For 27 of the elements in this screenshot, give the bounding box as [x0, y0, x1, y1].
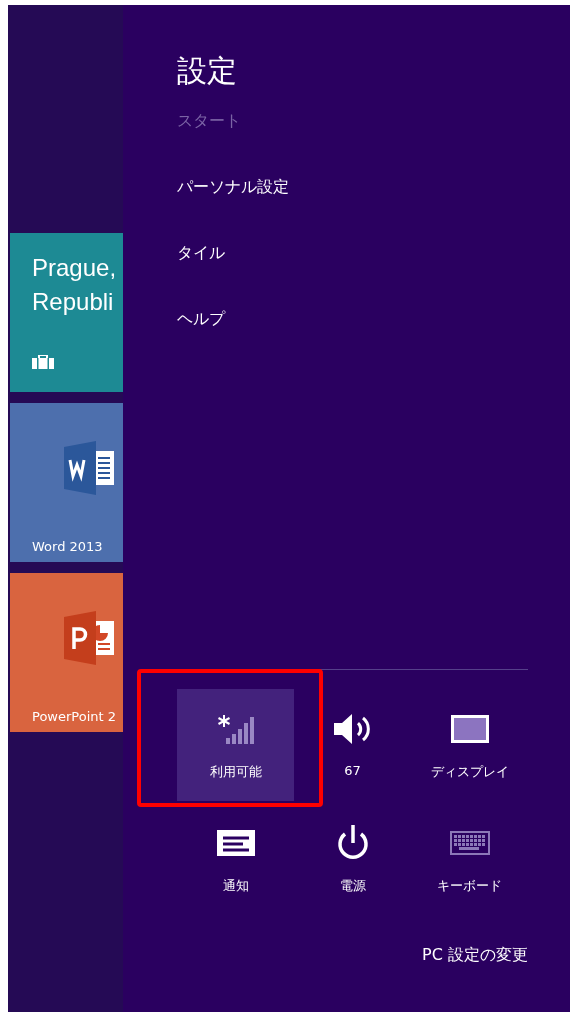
signal-icon: [217, 714, 254, 744]
app-tile[interactable]: PowerPoint 2: [10, 573, 123, 732]
display-icon: [450, 715, 489, 743]
tile-title: Prague,: [32, 253, 117, 283]
app-tile[interactable]: Word 2013: [10, 403, 123, 562]
tile-label: Word 2013: [32, 539, 103, 554]
settings-link[interactable]: PC 設定の変更: [422, 945, 528, 966]
suitcase-icon: [32, 355, 54, 369]
quick-setting-button[interactable]: 67: [294, 689, 411, 801]
quick-setting-button[interactable]: キーボード: [411, 825, 528, 909]
presentation-icon: [62, 611, 116, 665]
panel-title: 設定: [177, 52, 238, 90]
notification-icon: [216, 830, 255, 856]
keyboard-icon: [449, 831, 490, 855]
app-tile[interactable]: Prague, Republi: [10, 233, 123, 392]
tile-label: PowerPoint 2: [32, 709, 116, 724]
menu-item[interactable]: パーソナル設定: [177, 167, 528, 233]
document-icon: [62, 441, 116, 495]
speaker-icon: [333, 712, 372, 746]
quick-setting-button[interactable]: 電源: [294, 825, 411, 909]
section-heading: スタート: [177, 110, 242, 132]
quick-setting-button[interactable]: ディスプレイ: [411, 689, 528, 801]
menu-item[interactable]: タイル: [177, 233, 528, 299]
quick-setting-button[interactable]: 通知: [177, 825, 294, 909]
tile-title: Republi: [32, 287, 114, 317]
quick-setting-button[interactable]: 利用可能: [177, 689, 294, 801]
menu-item[interactable]: ヘルプ: [177, 299, 528, 365]
